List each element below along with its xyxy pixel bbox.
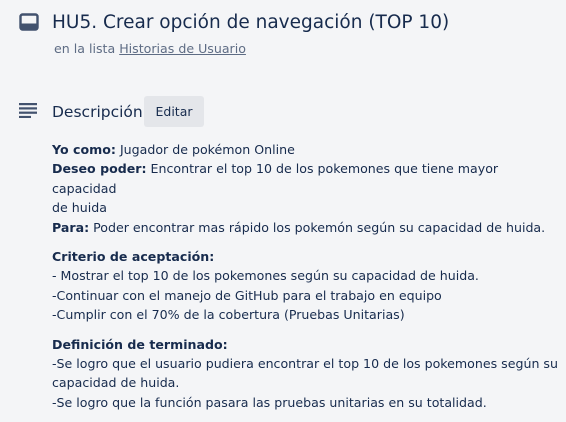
- para-line: Para: Poder encontrar mas rápido los pok…: [52, 218, 560, 237]
- definicion-paragraph: Definición de terminado: -Se logro que e…: [52, 335, 560, 413]
- criterio-item: - Mostrar el top 10 de los pokemones seg…: [52, 268, 479, 284]
- deseo-line: Deseo poder: Encontrar el top 10 de los …: [52, 159, 560, 198]
- para-text: Poder encontrar mas rápido los pokemón s…: [89, 219, 546, 235]
- description-lines-icon: [18, 102, 38, 119]
- criterio-item: -Cumplir con el 70% de la cobertura (Pru…: [52, 307, 405, 323]
- yo-como-text: Jugador de pokémon Online: [115, 142, 295, 157]
- deseo-line-continued: de huida: [52, 200, 107, 216]
- description-content[interactable]: Yo como: Jugador de pokémon Online Deseo…: [52, 140, 560, 422]
- deseo-label: Deseo poder:: [52, 161, 147, 177]
- criterio-item: -Continuar con el manejo de GitHub para …: [52, 287, 442, 303]
- yo-como-line: Yo como: Jugador de pokémon Online: [52, 140, 560, 159]
- list-prefix: en la lista: [54, 41, 116, 56]
- definicion-heading: Definición de terminado:: [52, 336, 228, 352]
- card-title[interactable]: HU5. Crear opción de navegación (TOP 10): [52, 10, 449, 36]
- edit-description-button[interactable]: Editar: [144, 96, 204, 127]
- definicion-item: capacidad de huida.: [52, 375, 180, 391]
- yo-como-label: Yo como:: [52, 142, 116, 157]
- user-story-paragraph: Yo como: Jugador de pokémon Online Deseo…: [52, 140, 560, 237]
- definicion-item: -Se logro que la función pasara las prue…: [52, 394, 487, 410]
- criterio-paragraph: Criterio de aceptación: - Mostrar el top…: [52, 247, 560, 325]
- criterio-heading: Criterio de aceptación:: [52, 249, 215, 265]
- para-label: Para:: [52, 219, 90, 235]
- list-link[interactable]: Historias de Usuario: [119, 41, 246, 56]
- description-heading: Descripción: [52, 103, 143, 121]
- definicion-item: -Se logro que el usuario pudiera encontr…: [52, 356, 558, 372]
- card-icon: [19, 13, 39, 31]
- card-list-info: en la lista Historias de Usuario: [54, 41, 246, 57]
